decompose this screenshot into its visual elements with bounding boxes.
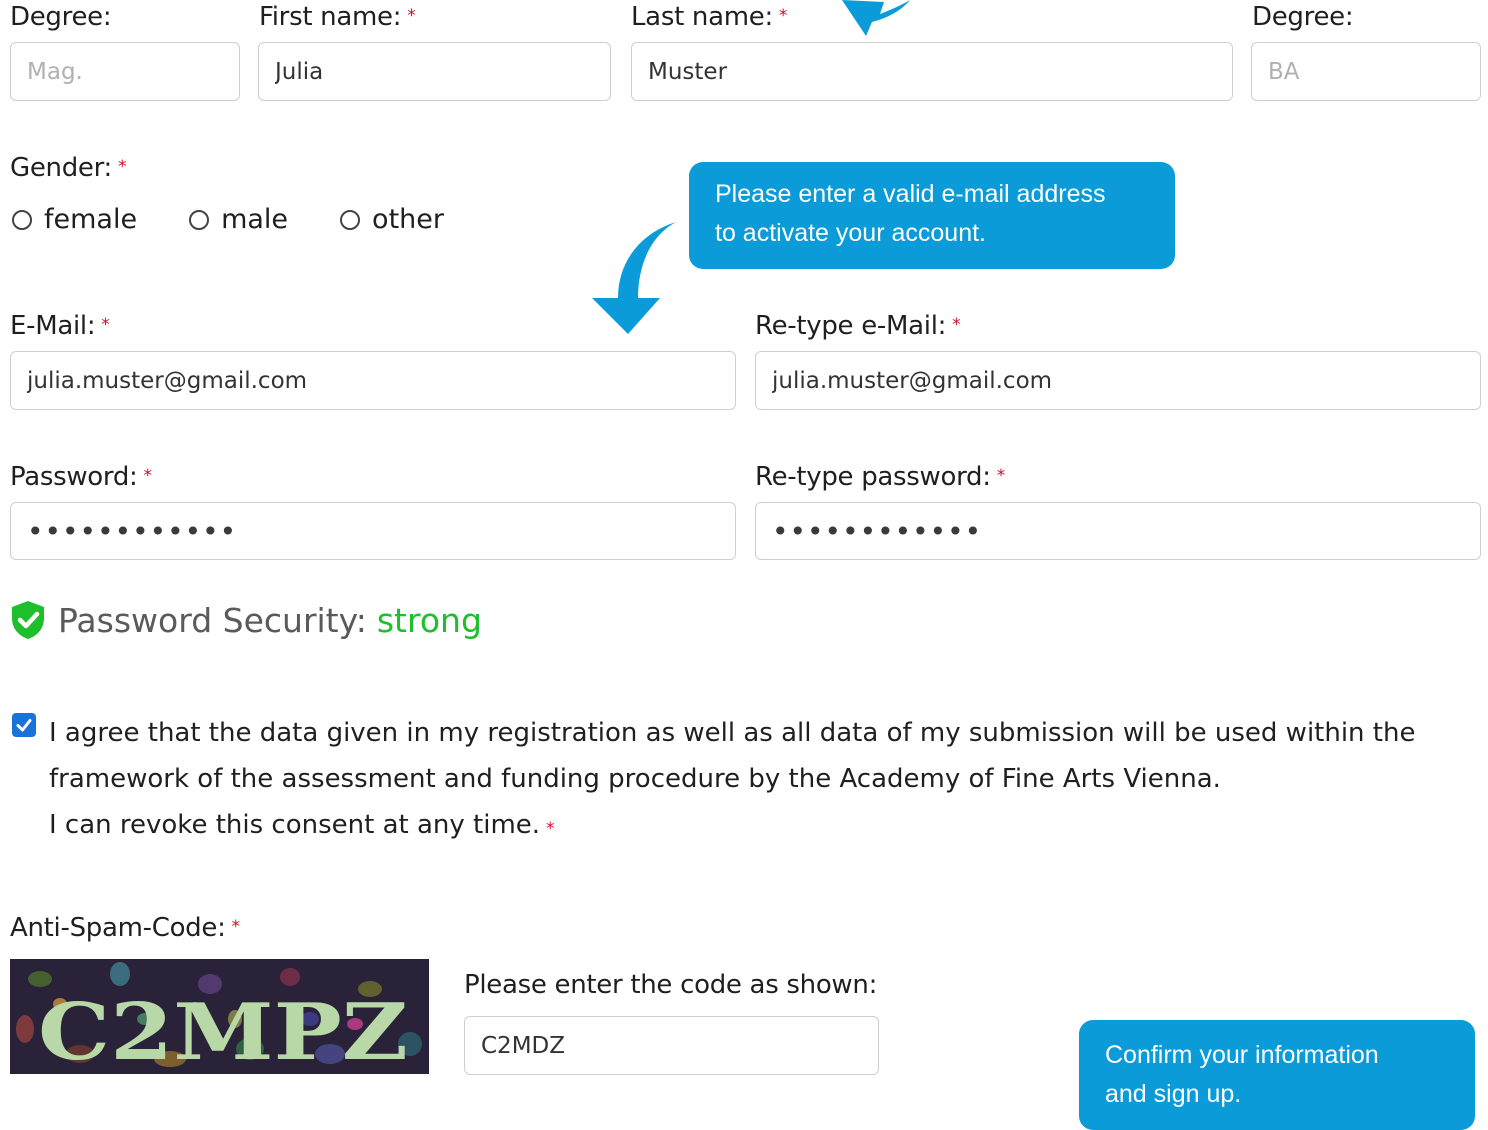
radio-button[interactable] [189, 209, 210, 230]
first-name-label: First name: * [259, 2, 416, 32]
gender-radio-group: female male other [12, 204, 496, 235]
retype-email-label: Re-type e-Mail: * [755, 311, 961, 341]
email-hint-callout: Please enter a valid e-mail address to a… [689, 162, 1175, 269]
email-label: E-Mail: * [10, 311, 110, 341]
degree-pre-label: Degree: [10, 2, 112, 32]
callout-text-line: Please enter a valid e-mail address [715, 180, 1106, 208]
signup-hint-callout: Confirm your information and sign up. [1079, 1020, 1475, 1130]
gender-option-male[interactable]: male [189, 204, 288, 235]
password-security-value: strong [376, 600, 482, 640]
gender-option-female[interactable]: female [12, 204, 137, 235]
consent-line: I can revoke this consent at any time. * [49, 810, 555, 840]
email-input[interactable] [10, 351, 736, 410]
degree-pre-input[interactable] [10, 42, 240, 101]
retype-password-label: Re-type password: * [755, 462, 1005, 492]
last-name-input[interactable] [631, 42, 1233, 101]
shield-check-icon [12, 601, 44, 639]
password-label: Password: * [10, 462, 152, 492]
curved-arrow-icon [592, 222, 676, 334]
last-name-label: Last name: * [631, 2, 788, 32]
antispam-prompt: Please enter the code as shown: [464, 970, 878, 1000]
consent-checkbox[interactable] [12, 713, 36, 737]
radio-button[interactable] [340, 209, 361, 230]
antispam-label: Anti-Spam-Code: * [10, 913, 240, 943]
retype-email-input[interactable] [755, 351, 1481, 410]
captcha-text: C2MPZ [38, 987, 408, 1074]
retype-password-input[interactable] [755, 502, 1481, 560]
captcha-image: C2MPZ [10, 959, 429, 1074]
checkmark-icon [16, 719, 32, 732]
callout-text-line: Confirm your information [1105, 1041, 1379, 1069]
password-security-indicator: Password Security: strong [10, 600, 482, 640]
degree-post-input[interactable] [1251, 42, 1481, 101]
password-input[interactable] [10, 502, 736, 560]
password-security-label: Password Security: [58, 600, 367, 640]
consent-line: I agree that the data given in my regist… [49, 718, 1416, 748]
gender-label: Gender: * [10, 153, 127, 183]
consent-text: I agree that the data given in my regist… [49, 710, 1479, 848]
degree-post-label: Degree: [1252, 2, 1354, 32]
antispam-code-input[interactable] [464, 1016, 879, 1075]
consent-line: framework of the assessment and funding … [49, 764, 1221, 794]
gender-option-other[interactable]: other [340, 204, 444, 235]
callout-arrow-top [842, 0, 910, 36]
callout-text-line: and sign up. [1105, 1080, 1242, 1108]
radio-button[interactable] [12, 209, 32, 230]
callout-text-line: to activate your account. [715, 219, 986, 247]
first-name-input[interactable] [258, 42, 611, 101]
